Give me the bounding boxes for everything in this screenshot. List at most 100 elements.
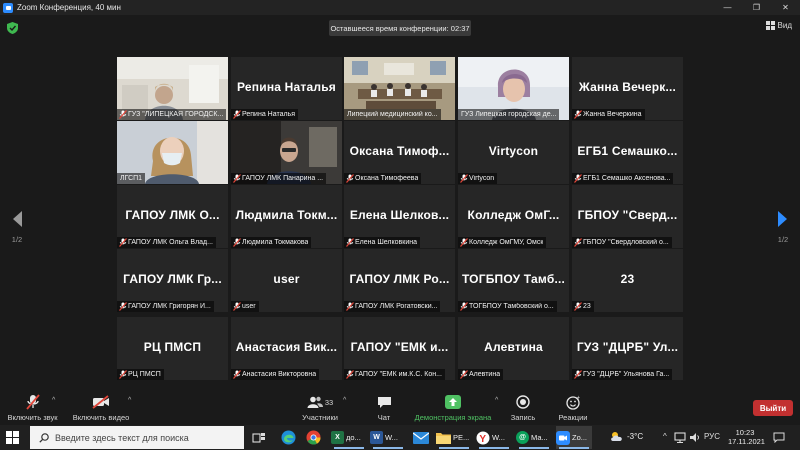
- weather-widget[interactable]: -3°C: [610, 431, 643, 442]
- next-page-icon[interactable]: [777, 210, 789, 228]
- participant-tile[interactable]: РЦ ПМСП РЦ ПМСП: [117, 317, 228, 380]
- taskbar-yandex-label: W...: [492, 433, 505, 442]
- participant-tile[interactable]: Елена Шелков... Елена Шелковкина: [344, 185, 455, 248]
- participant-tile[interactable]: ГУЗ Липецкая городская де...: [458, 57, 569, 120]
- maximize-button[interactable]: ❐: [742, 0, 771, 15]
- participant-tile[interactable]: Алевтина Алевтина: [458, 317, 569, 380]
- windows-start-icon[interactable]: [6, 431, 19, 444]
- participant-tile[interactable]: Жанна Вечерк... Жанна Вечеркина: [572, 57, 683, 120]
- language-indicator[interactable]: РУС: [704, 432, 720, 443]
- participant-tile[interactable]: ГАПОУ ЛМК Ро... ГАПОУ ЛМК Рогатовски...: [344, 249, 455, 312]
- start-video-label: Включить видео: [72, 413, 130, 422]
- participants-label: Участники: [302, 413, 338, 422]
- participant-name-tag: ГАПОУ ЛМК Панарина ...: [231, 173, 327, 184]
- start-video-button[interactable]: Включить видео: [70, 394, 132, 424]
- taskbar-search-input[interactable]: [55, 432, 235, 443]
- share-screen-button[interactable]: Демонстрация экрана: [412, 394, 494, 424]
- network-icon[interactable]: [674, 432, 686, 443]
- task-view-button[interactable]: [252, 426, 266, 449]
- participant-display-name: ГАПОУ "ЕМК и...: [350, 340, 449, 354]
- participant-tile[interactable]: Virtycon Virtycon: [458, 121, 569, 184]
- participant-name: ЛГСП1: [120, 175, 143, 182]
- participant-tile[interactable]: ЛГСП1: [117, 121, 228, 184]
- muted-microphone-icon: [460, 238, 468, 247]
- participant-tile[interactable]: Людмила Токм... Людмила Токмакова: [231, 185, 342, 248]
- participant-tile[interactable]: ТОГБПОУ Тамб... ТОГБПОУ Тамбовский о...: [458, 249, 569, 312]
- participant-display-name: Колледж ОмГ...: [467, 208, 560, 222]
- close-button[interactable]: ✕: [771, 0, 800, 15]
- participant-name: ГУЗ Липецкая городская де...: [461, 111, 557, 118]
- zoom-app-icon: [3, 2, 13, 13]
- record-icon: [516, 395, 530, 409]
- participants-button[interactable]: 33 Участники: [298, 394, 342, 424]
- taskbar-word[interactable]: W W...: [370, 426, 406, 449]
- video-options-chevron-icon[interactable]: ^: [128, 397, 131, 404]
- participant-tile[interactable]: user user: [231, 249, 342, 312]
- share-screen-label: Демонстрация экрана: [414, 413, 492, 422]
- taskbar-mail[interactable]: [413, 426, 429, 449]
- minimize-button[interactable]: —: [713, 0, 742, 15]
- taskbar-chrome[interactable]: [306, 426, 321, 449]
- view-button[interactable]: Вид: [765, 21, 792, 30]
- share-options-chevron-icon[interactable]: ^: [495, 397, 498, 404]
- participant-tile[interactable]: ГУЗ "ДЦРБ" Ул... ГУЗ "ДЦРБ" Ульянова Га..…: [572, 317, 683, 380]
- taskbar-edge[interactable]: [281, 426, 296, 449]
- participant-tile[interactable]: ГАПОУ ЛМК Гр... ГАПОУ ЛМК Григорян И...: [117, 249, 228, 312]
- taskbar-mailru[interactable]: @ Ма...: [516, 426, 552, 449]
- participant-tile[interactable]: Оксана Тимоф... Оксана Тимофеева: [344, 121, 455, 184]
- chat-button[interactable]: Чат: [372, 394, 396, 424]
- taskbar-yandex[interactable]: Y W...: [476, 426, 512, 449]
- participant-name-tag: Алевтина: [458, 369, 504, 380]
- participant-name-tag: ЕГБ1 Семашко Аксенова...: [572, 173, 674, 184]
- taskbar-explorer[interactable]: РЕ...: [436, 426, 472, 449]
- window-controls: — ❐ ✕: [713, 0, 800, 15]
- zoom-window: Zoom Конференция, 40 мин — ❐ ✕ Оставшеес…: [0, 0, 800, 450]
- participant-tile[interactable]: ГАПОУ "ЕМК и... ГАПОУ "ЕМК им.К.С. Кон...: [344, 317, 455, 380]
- participant-tile[interactable]: Колледж ОмГ... Колледж ОмГМУ, Омск: [458, 185, 569, 248]
- previous-page-icon[interactable]: [11, 210, 23, 228]
- participant-tile[interactable]: 23 23: [572, 249, 683, 312]
- participant-tile[interactable]: Анастасия Вик... Анастасия Викторовна: [231, 317, 342, 380]
- mailru-icon: @: [516, 431, 529, 444]
- participant-name-tag: ГУЗ "ДЦРБ" Ульянова Га...: [572, 369, 673, 380]
- record-label: Запись: [510, 413, 536, 422]
- participant-tile[interactable]: Липецкий медицинский ко...: [344, 57, 455, 120]
- taskbar-clock[interactable]: 10:23 17.11.2021: [728, 428, 765, 446]
- participants-icon: [307, 396, 323, 408]
- muted-microphone-icon: [233, 370, 241, 379]
- participant-tile[interactable]: ГАПОУ ЛМК Панарина ...: [231, 121, 342, 184]
- encryption-shield-icon[interactable]: [7, 22, 18, 34]
- participant-tile[interactable]: Репина Наталья Репина Наталья: [231, 57, 342, 120]
- participant-display-name: ГАПОУ ЛМК О...: [125, 208, 220, 222]
- folder-icon: [436, 432, 451, 444]
- audio-options-chevron-icon[interactable]: ^: [52, 397, 55, 404]
- participant-name: user: [242, 303, 256, 310]
- participant-name-tag: ГБПОУ "Свердловский о...: [572, 237, 672, 248]
- participant-tile[interactable]: ГАПОУ ЛМК О... ГАПОУ ЛМК Ольга Влад...: [117, 185, 228, 248]
- participant-name: РЦ ПМСП: [128, 371, 161, 378]
- leave-button[interactable]: Выйти: [753, 400, 793, 416]
- taskbar-zoom[interactable]: Zo...: [556, 426, 592, 449]
- participant-tile[interactable]: ГБПОУ "Сверд... ГБПОУ "Свердловский о...: [572, 185, 683, 248]
- notifications-icon[interactable]: [773, 432, 785, 443]
- unmute-label: Включить звук: [7, 413, 58, 422]
- volume-icon[interactable]: [690, 432, 700, 443]
- participant-tile[interactable]: ГУЗ "ЛИПЕЦКАЯ ГОРОДСК...: [117, 57, 228, 120]
- taskbar-excel[interactable]: X до...: [331, 426, 367, 449]
- page-indicator-left: 1/2: [11, 235, 23, 244]
- participant-display-name: Virtycon: [488, 144, 539, 158]
- participant-name: ГАПОУ ЛМК Григорян И...: [128, 303, 211, 310]
- participant-name-tag: РЦ ПМСП: [117, 369, 164, 380]
- muted-microphone-icon: [460, 174, 468, 183]
- chat-icon: [377, 396, 391, 408]
- participant-name: ГАПОУ "ЕМК им.К.С. Кон...: [355, 371, 442, 378]
- participants-options-chevron-icon[interactable]: ^: [343, 397, 346, 404]
- tray-expand-chevron-icon[interactable]: ^: [663, 432, 667, 443]
- participant-tile[interactable]: ЕГБ1 Семашко... ЕГБ1 Семашко Аксенова...: [572, 121, 683, 184]
- record-button[interactable]: Запись: [508, 394, 538, 424]
- yandex-icon: Y: [476, 431, 490, 445]
- task-view-icon: [252, 432, 265, 443]
- taskbar-search-box[interactable]: [30, 426, 244, 449]
- reactions-button[interactable]: + Реакции: [555, 394, 591, 424]
- muted-microphone-icon: [574, 370, 582, 379]
